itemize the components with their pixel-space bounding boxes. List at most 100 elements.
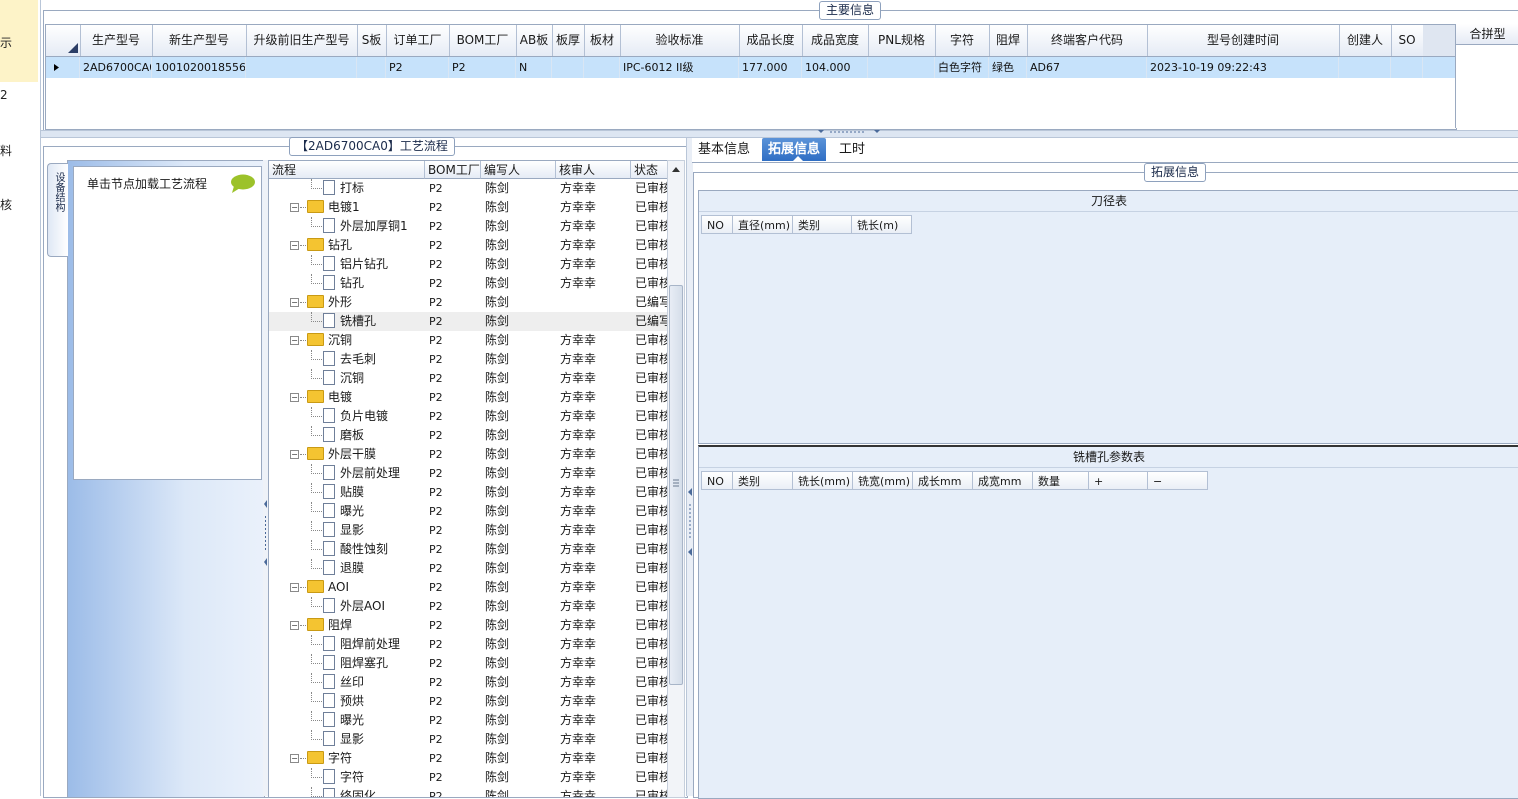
tree-node-name[interactable]: 阻焊 bbox=[307, 616, 425, 635]
tree-node-name[interactable]: 外层干膜 bbox=[307, 445, 425, 464]
tree-folder-row[interactable]: − 电镀1 P2 陈剑 方幸幸 已审核 bbox=[269, 198, 668, 217]
tree-leaf-row[interactable]: 磨板 P2 陈剑 方幸幸 已审核 bbox=[269, 426, 668, 445]
row-header-corner[interactable] bbox=[46, 25, 81, 56]
table-cell[interactable]: 绿色 bbox=[989, 57, 1027, 78]
tree-node-name[interactable]: 终固化 bbox=[323, 787, 425, 797]
table-cell[interactable] bbox=[1339, 57, 1391, 78]
collapse-icon[interactable]: − bbox=[290, 241, 299, 250]
tree-node-name[interactable]: 电镀1 bbox=[307, 198, 425, 217]
tree-node-name[interactable]: 阻焊塞孔 bbox=[323, 654, 425, 673]
table-cell[interactable] bbox=[552, 57, 584, 78]
table-cell[interactable]: N bbox=[516, 57, 552, 78]
collapse-icon[interactable]: − bbox=[290, 203, 299, 212]
collapse-icon[interactable]: − bbox=[290, 393, 299, 402]
tree-column-header[interactable]: 流程 bbox=[269, 161, 425, 179]
tree-scroll-thumb[interactable] bbox=[669, 285, 683, 685]
tree-leaf-row[interactable]: 曝光 P2 陈剑 方幸幸 已审核 bbox=[269, 711, 668, 730]
grid-column-header[interactable]: NO bbox=[701, 471, 733, 490]
grid-column-header[interactable]: 铣宽(mm) bbox=[853, 471, 913, 490]
nav-item-1[interactable]: 示 bbox=[0, 34, 38, 51]
tree-leaf-row[interactable]: 外层AOI P2 陈剑 方幸幸 已审核 bbox=[269, 597, 668, 616]
table-cell[interactable]: 104.000 bbox=[802, 57, 868, 78]
collapse-icon[interactable]: − bbox=[290, 583, 299, 592]
grid-column-header[interactable]: − bbox=[1148, 471, 1208, 490]
table-cell[interactable]: 10010200185562 bbox=[152, 57, 246, 78]
tree-node-name[interactable]: 铝片钻孔 bbox=[323, 255, 425, 274]
grid-column-header[interactable]: 铣长(mm) bbox=[793, 471, 853, 490]
table-cell[interactable] bbox=[584, 57, 620, 78]
tree-leaf-row[interactable]: 酸性蚀刻 P2 陈剑 方幸幸 已审核 bbox=[269, 540, 668, 559]
column-header[interactable]: 阻焊 bbox=[989, 25, 1028, 56]
column-header[interactable]: 验收标准 bbox=[620, 25, 740, 56]
tree-node-name[interactable]: 磨板 bbox=[323, 426, 425, 445]
tree-node-name[interactable]: 字符 bbox=[307, 749, 425, 768]
tree-column-header[interactable]: 编写人 bbox=[481, 161, 556, 179]
tree-node-name[interactable]: AOI bbox=[307, 578, 425, 597]
grid-column-header[interactable]: 类别 bbox=[733, 471, 793, 490]
table-cell[interactable]: AD67 bbox=[1027, 57, 1147, 78]
tree-folder-row[interactable]: − 阻焊 P2 陈剑 方幸幸 已审核 bbox=[269, 616, 668, 635]
tree-leaf-row[interactable]: 钻孔 P2 陈剑 方幸幸 已审核 bbox=[269, 274, 668, 293]
table-cell[interactable]: 2AD6700CA0 bbox=[80, 57, 152, 78]
tree-node-name[interactable]: 曝光 bbox=[323, 711, 425, 730]
table-cell[interactable] bbox=[868, 57, 935, 78]
tree-folder-row[interactable]: − 外层干膜 P2 陈剑 方幸幸 已审核 bbox=[269, 445, 668, 464]
node-hint[interactable]: 单击节点加载工艺流程 bbox=[87, 175, 207, 192]
table-cell[interactable]: P2 bbox=[449, 57, 516, 78]
column-header[interactable]: 型号创建时间 bbox=[1147, 25, 1340, 56]
column-header[interactable]: 板材 bbox=[584, 25, 621, 56]
collapse-icon[interactable]: − bbox=[290, 298, 299, 307]
tree-folder-row[interactable]: − 电镀 P2 陈剑 方幸幸 已审核 bbox=[269, 388, 668, 407]
tree-leaf-row[interactable]: 打标 P2 陈剑 方幸幸 已审核 bbox=[269, 179, 668, 198]
tree-leaf-row[interactable]: 去毛刺 P2 陈剑 方幸幸 已审核 bbox=[269, 350, 668, 369]
grid-column-header[interactable]: 类别 bbox=[793, 215, 852, 234]
scroll-up-icon[interactable] bbox=[668, 161, 684, 177]
tree-leaf-row[interactable]: 丝印 P2 陈剑 方幸幸 已审核 bbox=[269, 673, 668, 692]
column-header[interactable]: 升级前旧生产型号 bbox=[246, 25, 358, 56]
vertical-splitter-right[interactable] bbox=[686, 138, 693, 796]
nav-item-4[interactable]: 核 bbox=[0, 196, 38, 213]
tree-node-name[interactable]: 钻孔 bbox=[323, 274, 425, 293]
grid-column-header[interactable]: 成长mm bbox=[913, 471, 973, 490]
tree-leaf-row[interactable]: 外层加厚铜1 P2 陈剑 方幸幸 已审核 bbox=[269, 217, 668, 236]
tab-basic-info[interactable]: 基本信息 bbox=[692, 138, 756, 161]
tree-node-name[interactable]: 字符 bbox=[323, 768, 425, 787]
tree-node-name[interactable]: 曝光 bbox=[323, 502, 425, 521]
column-header[interactable]: 订单工厂 bbox=[386, 25, 450, 56]
tree-column-header[interactable]: 状态 bbox=[631, 161, 668, 179]
tree-node-name[interactable]: 打标 bbox=[323, 179, 425, 198]
column-header[interactable]: PNL规格 bbox=[868, 25, 936, 56]
tree-leaf-row[interactable]: 负片电镀 P2 陈剑 方幸幸 已审核 bbox=[269, 407, 668, 426]
nav-item-3[interactable]: 料 bbox=[0, 142, 38, 159]
column-header[interactable]: 板厚 bbox=[552, 25, 585, 56]
tree-leaf-row[interactable]: 显影 P2 陈剑 方幸幸 已审核 bbox=[269, 730, 668, 749]
tab-work-hours[interactable]: 工时 bbox=[833, 138, 871, 161]
column-header[interactable]: BOM工厂 bbox=[449, 25, 517, 56]
tree-leaf-row[interactable]: 显影 P2 陈剑 方幸幸 已审核 bbox=[269, 521, 668, 540]
tree-node-name[interactable]: 阻焊前处理 bbox=[323, 635, 425, 654]
table-cell[interactable] bbox=[357, 57, 386, 78]
nav-item-2[interactable]: 2 bbox=[0, 88, 38, 102]
tree-leaf-row[interactable]: 阻焊前处理 P2 陈剑 方幸幸 已审核 bbox=[269, 635, 668, 654]
tree-leaf-row[interactable]: 字符 P2 陈剑 方幸幸 已审核 bbox=[269, 768, 668, 787]
tree-leaf-row[interactable]: 曝光 P2 陈剑 方幸幸 已审核 bbox=[269, 502, 668, 521]
tree-node-name[interactable]: 沉铜 bbox=[323, 369, 425, 388]
collapse-icon[interactable]: − bbox=[290, 754, 299, 763]
tree-node-name[interactable]: 显影 bbox=[323, 730, 425, 749]
column-header[interactable]: AB板 bbox=[516, 25, 553, 56]
tree-node-name[interactable]: 退膜 bbox=[323, 559, 425, 578]
tree-node-name[interactable]: 显影 bbox=[323, 521, 425, 540]
column-header[interactable]: 成品长度 bbox=[739, 25, 803, 56]
collapse-icon[interactable]: − bbox=[290, 336, 299, 345]
tree-folder-row[interactable]: − 外形 P2 陈剑 已编写 bbox=[269, 293, 668, 312]
tree-node-name[interactable]: 去毛刺 bbox=[323, 350, 425, 369]
column-header[interactable]: 终端客户代码 bbox=[1027, 25, 1148, 56]
tree-node-name[interactable]: 预烘 bbox=[323, 692, 425, 711]
grid-column-header[interactable]: + bbox=[1089, 471, 1148, 490]
grid-column-header[interactable]: 直径(mm) bbox=[733, 215, 793, 234]
tree-node-name[interactable]: 贴膜 bbox=[323, 483, 425, 502]
tree-column-header[interactable]: 核审人 bbox=[556, 161, 631, 179]
tree-folder-row[interactable]: − 字符 P2 陈剑 方幸幸 已审核 bbox=[269, 749, 668, 768]
horizontal-splitter[interactable] bbox=[41, 130, 1518, 138]
tree-node-name[interactable]: 酸性蚀刻 bbox=[323, 540, 425, 559]
